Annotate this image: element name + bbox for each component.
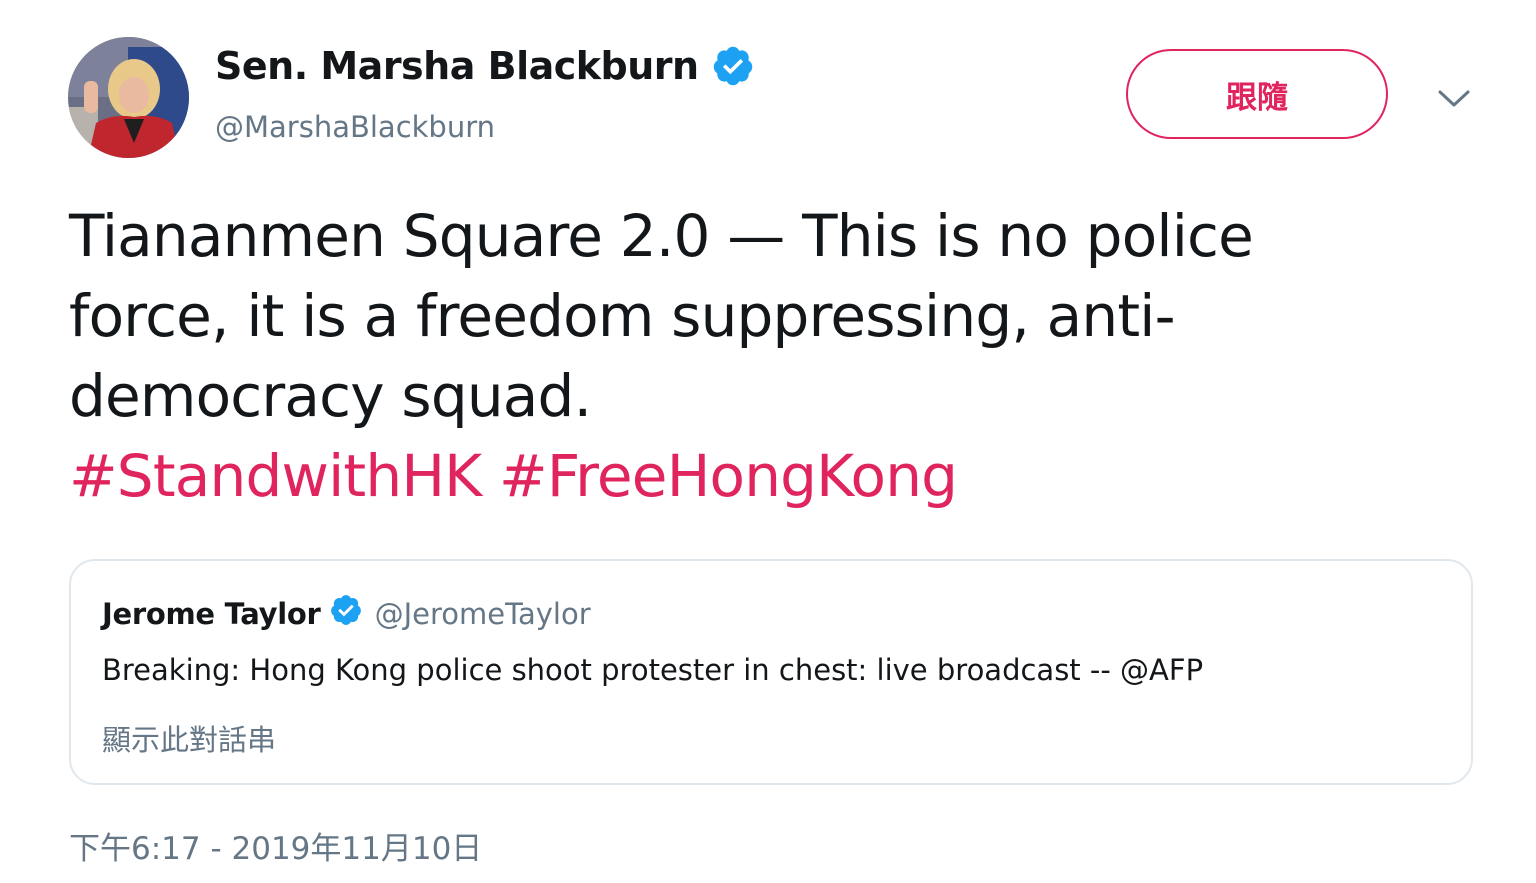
author-handle[interactable]: @MarshaBlackburn bbox=[215, 110, 495, 144]
tweet-text-line: democracy squad. bbox=[69, 362, 592, 430]
hashtag-standwithhk[interactable]: #StandwithHK bbox=[69, 442, 482, 510]
hashtag-line: #StandwithHK #FreeHongKong bbox=[69, 436, 1489, 516]
show-thread-link[interactable]: 顯示此對話串 bbox=[102, 717, 276, 759]
avatar-image bbox=[68, 37, 189, 158]
chevron-down-icon[interactable] bbox=[1432, 80, 1476, 116]
quoted-tweet-card[interactable]: Jerome Taylor @JeromeTaylor Breaking: Ho… bbox=[69, 559, 1473, 785]
verified-badge-icon bbox=[329, 593, 363, 627]
follow-button[interactable]: 跟隨 bbox=[1126, 49, 1388, 139]
verified-badge-icon bbox=[711, 44, 755, 88]
quoted-author-name: Jerome Taylor bbox=[102, 597, 321, 631]
author-display-name[interactable]: Sen. Marsha Blackburn bbox=[215, 44, 699, 88]
tweet-text: Tiananmen Square 2.0 — This is no police… bbox=[69, 196, 1489, 516]
tweet-text-line: Tiananmen Square 2.0 — This is no police bbox=[69, 202, 1254, 270]
avatar[interactable] bbox=[68, 37, 189, 158]
hashtag-freehongkong[interactable]: #FreeHongKong bbox=[499, 442, 958, 510]
tweet-timestamp[interactable]: 下午6:17 - 2019年11月10日 bbox=[69, 823, 482, 868]
quoted-tweet-header: Jerome Taylor @JeromeTaylor bbox=[102, 595, 591, 631]
quoted-tweet-text: Breaking: Hong Kong police shoot protest… bbox=[102, 653, 1204, 687]
author-name-row[interactable]: Sen. Marsha Blackburn bbox=[215, 44, 755, 88]
tweet-text-line: force, it is a freedom suppressing, anti… bbox=[69, 282, 1176, 350]
quoted-author-handle: @JeromeTaylor bbox=[374, 597, 591, 631]
